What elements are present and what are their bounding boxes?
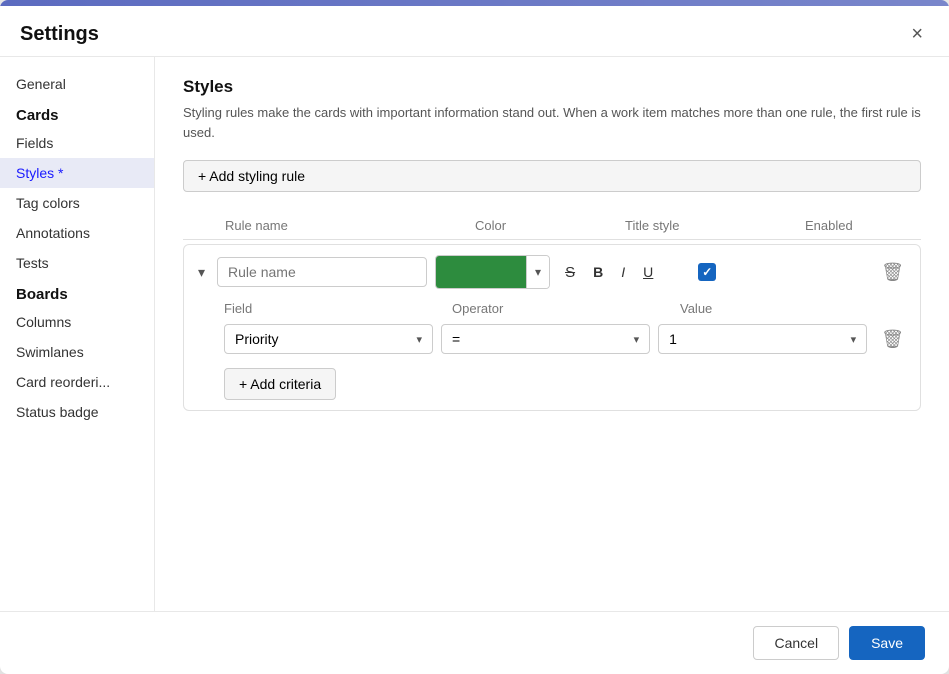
section-description: Styling rules make the cards with import… bbox=[183, 103, 921, 142]
enabled-checkbox[interactable] bbox=[698, 263, 716, 281]
sidebar-item-fields[interactable]: Fields bbox=[0, 128, 154, 158]
main-content: Styles Styling rules make the cards with… bbox=[155, 57, 949, 611]
sidebar-item-swimlanes[interactable]: Swimlanes bbox=[0, 337, 154, 367]
col-title-style: Title style bbox=[625, 218, 805, 233]
rule-name-input[interactable] bbox=[217, 257, 427, 287]
criteria-header: Field Operator Value bbox=[224, 301, 910, 316]
title-style-controls: S B I U bbox=[558, 260, 660, 285]
sidebar: General Cards Fields Styles * Tag colors… bbox=[0, 57, 155, 611]
close-button[interactable]: × bbox=[905, 22, 929, 46]
criteria-row: Priority ▾ = ▾ 1 ▾ bbox=[224, 324, 910, 354]
sidebar-item-tests[interactable]: Tests bbox=[0, 248, 154, 278]
table-header: Rule name Color Title style Enabled bbox=[183, 212, 921, 240]
cancel-button[interactable]: Cancel bbox=[753, 626, 839, 660]
bold-button[interactable]: B bbox=[586, 260, 610, 284]
sidebar-item-card-reordering[interactable]: Card reorderi... bbox=[0, 367, 154, 397]
rule-expand-button[interactable]: ▾ bbox=[194, 262, 209, 283]
color-dropdown-arrow-icon: ▾ bbox=[526, 256, 549, 288]
sidebar-item-annotations[interactable]: Annotations bbox=[0, 218, 154, 248]
rule-row-top: ▾ ▾ S B I U bbox=[194, 255, 910, 289]
sidebar-section-cards: Cards bbox=[0, 99, 154, 128]
add-styling-rule-button[interactable]: + Add styling rule bbox=[183, 160, 921, 192]
strikethrough-button[interactable]: S bbox=[558, 260, 582, 285]
sidebar-item-columns[interactable]: Columns bbox=[0, 307, 154, 337]
col-rule-name: Rule name bbox=[225, 218, 475, 233]
actions-header bbox=[898, 301, 938, 316]
save-button[interactable]: Save bbox=[849, 626, 925, 660]
delete-rule-button[interactable]: 🗑 bbox=[875, 260, 910, 285]
italic-button[interactable]: I bbox=[614, 260, 632, 284]
color-dropdown[interactable]: ▾ bbox=[435, 255, 550, 289]
col-color: Color bbox=[475, 218, 625, 233]
modal-title: Settings bbox=[20, 23, 99, 46]
sidebar-item-status-badge[interactable]: Status badge bbox=[0, 397, 154, 427]
field-select[interactable]: Priority ▾ bbox=[224, 324, 433, 354]
operator-select-value: = bbox=[452, 331, 460, 347]
col-actions bbox=[925, 218, 949, 233]
add-criteria-button[interactable]: + Add criteria bbox=[224, 368, 336, 400]
field-select-value: Priority bbox=[235, 331, 279, 347]
value-select[interactable]: 1 ▾ bbox=[658, 324, 867, 354]
sidebar-item-tag-colors[interactable]: Tag colors bbox=[0, 188, 154, 218]
field-select-arrow-icon: ▾ bbox=[417, 333, 423, 346]
sidebar-item-general[interactable]: General bbox=[0, 69, 154, 99]
field-header: Field bbox=[224, 301, 444, 316]
sidebar-section-boards: Boards bbox=[0, 278, 154, 307]
underline-button[interactable]: U bbox=[636, 260, 660, 284]
sidebar-item-styles[interactable]: Styles * bbox=[0, 158, 154, 188]
operator-select[interactable]: = ▾ bbox=[441, 324, 650, 354]
section-title: Styles bbox=[183, 77, 921, 97]
modal-footer: Cancel Save bbox=[0, 611, 949, 674]
value-select-value: 1 bbox=[669, 331, 677, 347]
color-swatch bbox=[436, 256, 526, 288]
operator-select-arrow-icon: ▾ bbox=[634, 333, 640, 346]
col-enabled: Enabled bbox=[805, 218, 925, 233]
criteria-section: Field Operator Value Priority ▾ bbox=[194, 301, 910, 400]
rule-row: ▾ ▾ S B I U bbox=[183, 244, 921, 411]
value-select-arrow-icon: ▾ bbox=[851, 333, 857, 346]
operator-header: Operator bbox=[452, 301, 672, 316]
value-header: Value bbox=[680, 301, 890, 316]
delete-criteria-button[interactable]: 🗑 bbox=[875, 327, 910, 352]
